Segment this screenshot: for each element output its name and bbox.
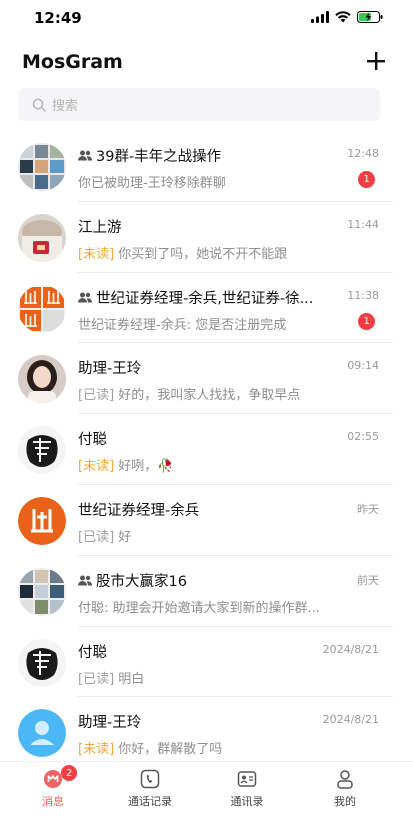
chat-preview: [已读] 好 — [78, 529, 132, 545]
group-avatar — [18, 284, 66, 333]
status-bar: 12:49 — [0, 0, 413, 36]
chat-preview: 你已被助理-王玲移除群聊 — [78, 176, 226, 191]
chat-time: 2024/8/21 — [322, 713, 379, 727]
search-placeholder: 搜索 — [52, 99, 79, 114]
chat-preview: 付聪: 助理会开始邀请大家到新的操作群... — [78, 600, 320, 616]
chat-name: 股市大赢家16 — [78, 570, 343, 591]
chat-row[interactable]: 股市大赢家16 前天 付聪: 助理会开始邀请大家到新的操作群... — [0, 556, 413, 627]
phone-icon — [140, 769, 160, 789]
group-avatar — [18, 567, 66, 616]
unread-badge: 1 — [358, 171, 375, 188]
chat-time: 昨天 — [357, 502, 379, 516]
group-icon — [78, 150, 92, 161]
chat-preview: 世纪证券经理-余兵: 您是否注册完成 — [78, 317, 287, 333]
chat-row[interactable]: 江上游 11:44 [未读] 你买到了吗，她说不开不能跟 — [0, 202, 413, 273]
group-icon — [78, 292, 92, 303]
chat-name: 付聪 — [78, 644, 107, 661]
contact-avatar — [18, 355, 66, 404]
group-avatar — [18, 143, 66, 191]
contacts-icon — [237, 771, 257, 787]
chat-row[interactable]: 助理-王玲 09:14 [已读] 好的，我叫家人找找，争取早点 — [0, 343, 413, 415]
contact-avatar — [18, 496, 66, 545]
chat-row[interactable]: 世纪证券经理-余兵,世纪证券-徐... 11:38 世纪证券经理-余兵: 您是否… — [0, 273, 413, 344]
chat-row[interactable]: 付聪 2024/8/21 [已读] 明白 — [0, 627, 413, 698]
chat-preview: [已读] 明白 — [78, 671, 145, 687]
signal-icon — [311, 11, 329, 23]
app-title: MosGram — [22, 51, 123, 73]
profile-icon — [337, 770, 353, 789]
chat-row[interactable]: 世纪证券经理-余兵 昨天 [已读] 好 — [0, 485, 413, 556]
chat-time: 02:55 — [347, 430, 379, 444]
tab-call-history[interactable]: 通话记录 — [100, 768, 200, 809]
unread-tag: [未读] — [78, 459, 115, 475]
battery-charging-icon — [357, 11, 383, 23]
chat-name: 39群-丰年之战操作 — [78, 145, 343, 166]
chat-preview: [未读] 你买到了吗，她说不开不能跟 — [78, 246, 288, 262]
add-icon[interactable] — [365, 50, 387, 72]
tab-me[interactable]: 我的 — [295, 768, 395, 809]
contact-avatar — [18, 638, 66, 687]
search-input[interactable]: 搜索 — [18, 88, 380, 121]
contact-avatar — [18, 426, 66, 475]
chat-name: 助理-王玲 — [78, 361, 142, 378]
chat-name: 世纪证券经理-余兵,世纪证券-徐... — [78, 287, 343, 308]
unread-tag: [未读] — [78, 246, 115, 262]
status-time: 12:49 — [34, 9, 82, 27]
search-icon — [32, 98, 46, 112]
bottom-tab-bar: 2 消息 通话记录 通讯录 我的 — [0, 761, 413, 816]
group-icon — [78, 575, 92, 586]
contact-avatar — [18, 213, 66, 262]
unread-badge: 1 — [358, 312, 375, 330]
chat-list: 39群-丰年之战操作 12:48 你已被助理-王玲移除群聊 1 江上游 11:4… — [0, 131, 413, 768]
messages-badge: 2 — [61, 765, 77, 781]
wifi-icon — [335, 11, 351, 23]
read-tag: [已读] — [78, 671, 115, 687]
chat-name: 助理-王玲 — [78, 715, 142, 732]
tab-contacts[interactable]: 通讯录 — [197, 768, 297, 809]
unread-tag: [未读] — [78, 742, 115, 758]
read-tag: [已读] — [78, 529, 115, 545]
status-icons — [311, 11, 383, 23]
chat-time: 09:14 — [347, 359, 379, 373]
chat-row[interactable]: 付聪 02:55 [未读] 好咧，🥀 — [0, 414, 413, 485]
chat-time: 2024/8/21 — [322, 642, 379, 656]
chat-name: 世纪证券经理-余兵 — [78, 502, 200, 519]
default-avatar — [18, 709, 66, 758]
chat-time: 11:38 — [347, 288, 379, 302]
chat-time: 11:44 — [347, 217, 379, 231]
chat-time: 前天 — [357, 573, 379, 587]
chat-name: 付聪 — [78, 432, 107, 449]
chat-row[interactable]: 39群-丰年之战操作 12:48 你已被助理-王玲移除群聊 1 — [0, 131, 413, 202]
tab-messages[interactable]: 2 消息 — [3, 765, 103, 809]
chat-row[interactable]: 助理-王玲 2024/8/21 [未读] 你好，群解散了吗 — [0, 697, 413, 768]
chat-time: 12:48 — [347, 147, 379, 160]
chat-preview: [已读] 好的，我叫家人找找，争取早点 — [78, 388, 301, 404]
chat-preview: [未读] 你好，群解散了吗 — [78, 742, 223, 758]
chat-preview: [未读] 好咧，🥀 — [78, 459, 174, 475]
read-tag: [已读] — [78, 388, 115, 404]
chat-name: 江上游 — [78, 219, 122, 236]
